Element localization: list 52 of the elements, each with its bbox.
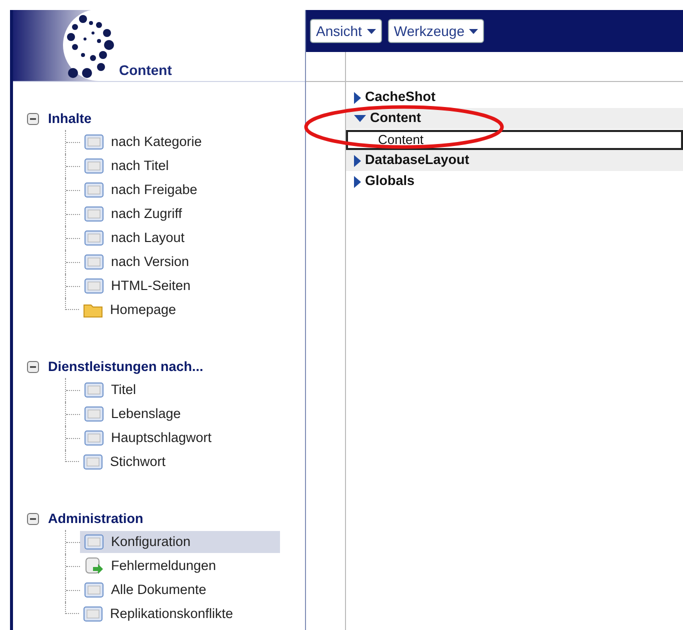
sidebar-item[interactable]: Homepage [79,299,279,321]
view-icon [84,534,104,550]
view-icon [84,230,104,246]
sidebar-item[interactable]: nach Zugriff [80,203,280,225]
sidebar-item[interactable]: Titel [80,379,280,401]
section-title[interactable]: Inhalte [48,108,92,130]
caret-icon [469,28,478,34]
sidebar-item[interactable]: Replikationskonflikte [79,603,279,625]
view-icon [84,182,104,198]
collapse-toggle-icon[interactable] [27,513,39,525]
folder-icon [83,302,103,318]
section-title[interactable]: Administration [48,508,144,530]
sidebar-item[interactable]: Alle Dokumente [80,579,280,601]
collapse-toggle-icon[interactable] [27,113,39,125]
sidebar-item[interactable]: Stichwort [79,451,279,473]
sidebar-item[interactable]: Lebenslage [80,403,280,425]
sidebar-item[interactable]: Fehlermeldungen [80,555,280,577]
sidebar-item[interactable]: Hauptschlagwort [80,427,280,449]
view-icon [84,406,104,422]
sidebar-item[interactable]: nach Kategorie [80,131,280,153]
tree-item[interactable]: Content [346,130,683,150]
sidebar-item[interactable]: HTML-Seiten [80,275,280,297]
view-icon [83,606,103,622]
tree-item[interactable]: Globals [346,171,683,192]
view-icon [84,254,104,270]
view-icon [84,278,104,294]
view-icon [84,158,104,174]
tree-item[interactable]: DatabaseLayout [346,150,683,171]
menu-button[interactable]: Werkzeuge [388,19,484,43]
section-title[interactable]: Dienstleistungen nach... [48,356,204,378]
sidebar-item[interactable]: nach Freigabe [80,179,280,201]
collapsed-arrow-icon [354,154,361,166]
logo-title: Content [119,61,172,79]
document-arrow-icon [84,557,104,575]
view-icon [84,206,104,222]
sidebar-item[interactable]: nach Titel [80,155,280,177]
collapse-toggle-icon[interactable] [27,361,39,373]
caret-icon [366,28,376,34]
sidebar-item[interactable]: nach Layout [80,227,280,249]
view-icon [84,134,104,150]
collapsed-arrow-icon [354,176,361,188]
sidebar-item[interactable]: nach Version [80,251,280,273]
tree-item[interactable]: Content [346,108,683,129]
collapsed-arrow-icon [354,92,361,104]
view-icon [83,454,103,470]
view-icon [84,382,104,398]
sidebar-item[interactable]: Konfiguration [80,531,280,553]
tree-item[interactable]: CacheShot [346,87,683,108]
expanded-arrow-icon [354,114,366,122]
menu-button[interactable]: Ansicht [310,19,382,43]
view-icon [84,582,104,598]
view-icon [84,430,104,446]
